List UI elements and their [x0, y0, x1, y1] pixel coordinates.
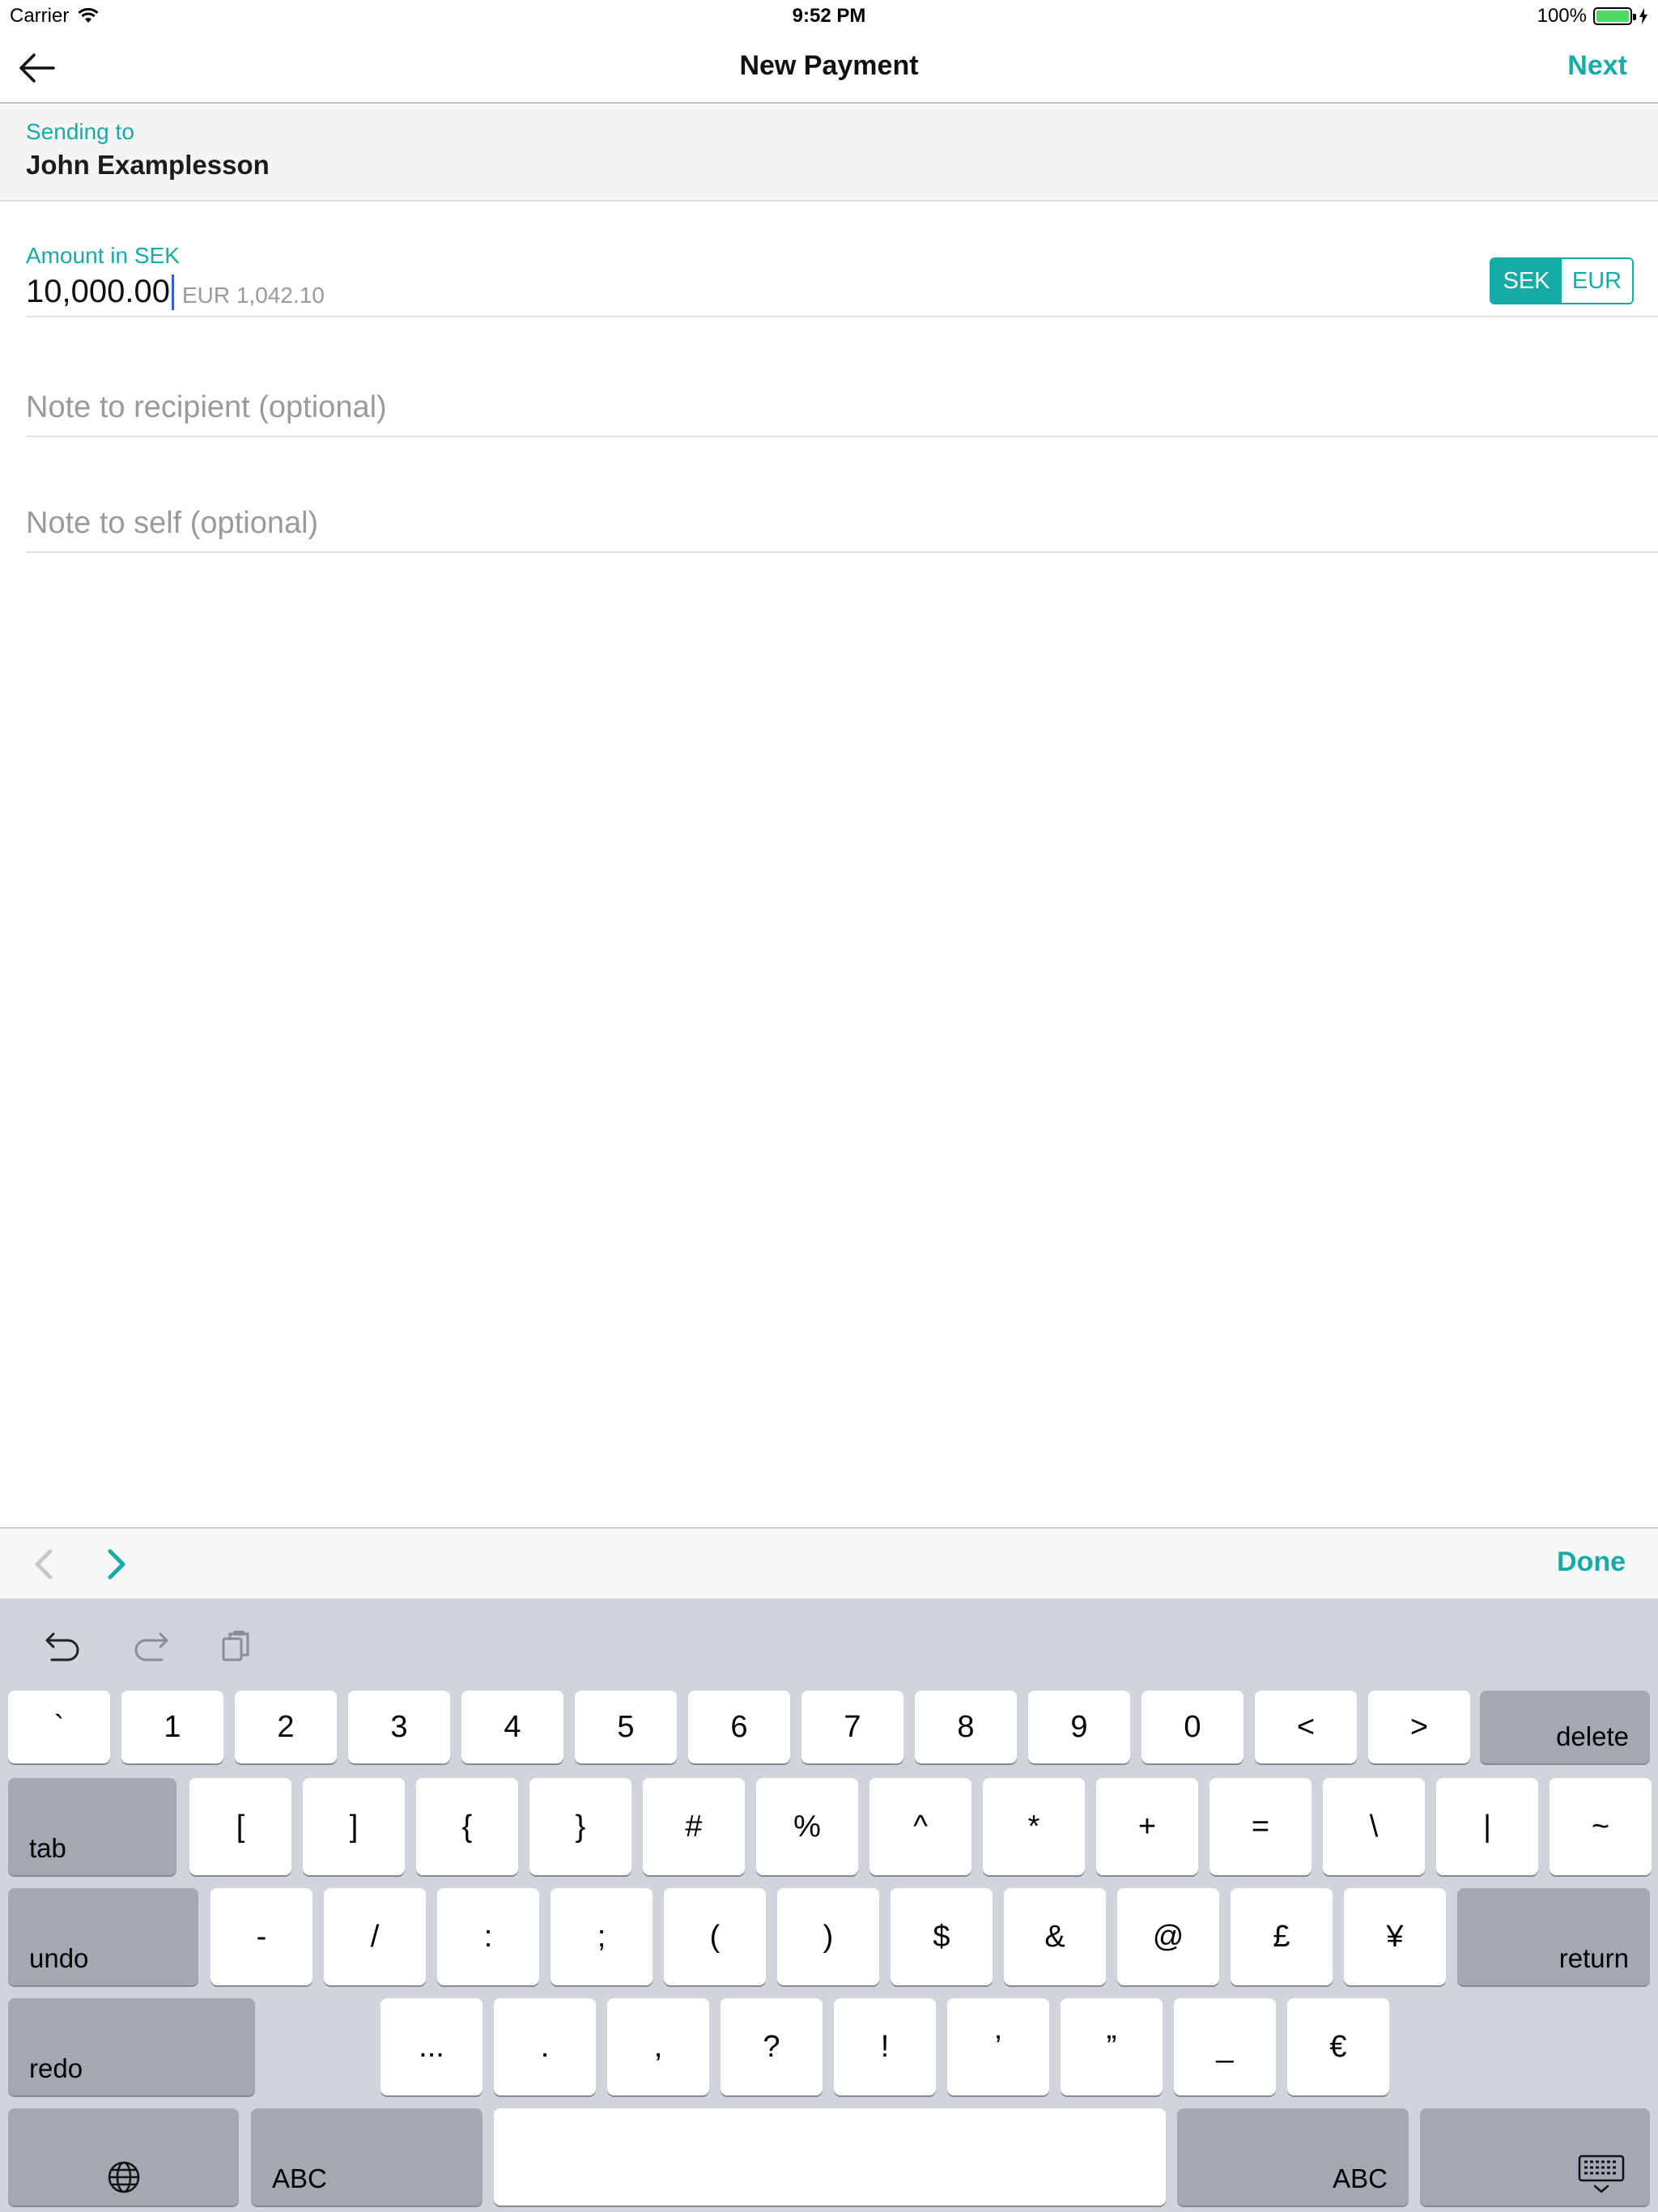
row2-key-0[interactable]: [	[189, 1778, 291, 1875]
row4-key-7[interactable]: _	[1174, 1998, 1276, 2095]
amount-value[interactable]: 10,000.00	[26, 274, 170, 310]
row2-key-9[interactable]: =	[1209, 1778, 1312, 1875]
amount-value-group[interactable]: 10,000.00 EUR 1,042.10	[26, 274, 325, 310]
row3-key-9[interactable]: £	[1231, 1888, 1333, 1985]
globe-icon	[108, 2161, 139, 2193]
battery-percent: 100%	[1537, 5, 1587, 27]
note-to-self-input[interactable]	[26, 496, 1564, 550]
text-caret	[171, 274, 174, 310]
sending-to-label: Sending to	[26, 119, 134, 144]
note-to-recipient-input[interactable]	[26, 381, 1564, 434]
row3-key-0[interactable]: -	[210, 1888, 312, 1985]
globe-key[interactable]	[8, 2108, 239, 2206]
abc-key-left[interactable]: ABC	[251, 2108, 483, 2206]
currency-option-eur[interactable]: EUR	[1562, 259, 1632, 303]
row1-key-11[interactable]: <	[1255, 1691, 1357, 1763]
chevron-left-icon	[35, 1549, 53, 1580]
row1-key-10[interactable]: 0	[1141, 1691, 1244, 1763]
battery-tip	[1633, 14, 1636, 20]
row1-key-8[interactable]: 8	[915, 1691, 1017, 1763]
keyboard-shortcut-bar	[0, 1598, 1658, 1687]
recipient-name: John Examplesson	[26, 150, 270, 180]
row4-key-6[interactable]: ”	[1061, 1998, 1163, 2095]
row1-key-2[interactable]: 2	[235, 1691, 337, 1763]
row3-key-1[interactable]: /	[324, 1888, 426, 1985]
recipient-section: Sending to John Examplesson	[0, 104, 1658, 202]
row2-key-6[interactable]: ^	[869, 1778, 971, 1875]
row2-key-11[interactable]: |	[1436, 1778, 1538, 1875]
row4-key-0[interactable]: ...	[380, 1998, 483, 2095]
undo-icon	[45, 1632, 79, 1661]
row3-key-2[interactable]: :	[437, 1888, 539, 1985]
keyboard-dismiss-icon	[1578, 2155, 1625, 2193]
delete-key[interactable]: delete	[1480, 1691, 1650, 1763]
row4-key-2[interactable]: ,	[607, 1998, 709, 2095]
hide-keyboard-key[interactable]	[1420, 2108, 1650, 2206]
currency-option-sek[interactable]: SEK	[1491, 259, 1562, 303]
tab-key[interactable]: tab	[8, 1778, 176, 1875]
row2-key-8[interactable]: +	[1096, 1778, 1198, 1875]
row3-key-4[interactable]: (	[664, 1888, 766, 1985]
row2-key-3[interactable]: }	[529, 1778, 631, 1875]
next-field-button[interactable]	[102, 1546, 131, 1582]
undo-key[interactable]: undo	[8, 1888, 198, 1985]
row2-key-2[interactable]: {	[416, 1778, 518, 1875]
row4-key-4[interactable]: !	[834, 1998, 936, 2095]
undo-shortcut-button[interactable]	[44, 1627, 83, 1663]
keyboard: ` 1 2 3 4 5 6 7 8 9 0 < > delete tab []{} #% ^ * + = \ | ~ u…	[0, 1598, 1658, 2212]
amount-field[interactable]: Amount in SEK 10,000.00 EUR 1,042.10 SEK…	[26, 243, 1658, 317]
row2-key-10[interactable]: \	[1323, 1778, 1425, 1875]
battery-fill	[1596, 11, 1629, 22]
battery-group: 100%	[1537, 5, 1648, 28]
row3-key-10[interactable]: ¥	[1344, 1888, 1446, 1985]
status-time: 9:52 PM	[792, 5, 866, 27]
row4-key-5[interactable]: ’	[947, 1998, 1049, 2095]
next-button[interactable]: Next	[1567, 50, 1627, 82]
page-title: New Payment	[739, 50, 919, 81]
row3-key-5[interactable]: )	[777, 1888, 879, 1985]
row2-key-7[interactable]: *	[983, 1778, 1085, 1875]
row1-key-5[interactable]: 5	[575, 1691, 677, 1763]
currency-toggle[interactable]: SEK EUR	[1490, 257, 1634, 304]
abc-key-right[interactable]: ABC	[1177, 2108, 1409, 2206]
chevron-right-icon	[108, 1549, 125, 1580]
row4-key-1[interactable]: .	[494, 1998, 596, 2095]
paste-shortcut-button[interactable]	[219, 1627, 257, 1663]
navigation-bar: New Payment Next	[0, 32, 1658, 104]
previous-field-button[interactable]	[29, 1546, 58, 1582]
redo-shortcut-button[interactable]	[131, 1627, 170, 1663]
space-key[interactable]	[494, 2108, 1166, 2206]
row2-key-1[interactable]: ]	[303, 1778, 405, 1875]
row2-key-5[interactable]: %	[756, 1778, 858, 1875]
row1-key-4[interactable]: 4	[461, 1691, 563, 1763]
row4-key-8[interactable]: €	[1287, 1998, 1389, 2095]
converted-amount: EUR 1,042.10	[181, 283, 325, 308]
note-to-self-row	[26, 496, 1658, 553]
row1-key-9[interactable]: 9	[1028, 1691, 1130, 1763]
status-bar: Carrier 9:52 PM 100%	[0, 0, 1658, 32]
row1-key-3[interactable]: 3	[348, 1691, 450, 1763]
return-key[interactable]: return	[1457, 1888, 1650, 1985]
row2-key-4[interactable]: #	[643, 1778, 745, 1875]
row1-key-7[interactable]: 7	[801, 1691, 903, 1763]
redo-key[interactable]: redo	[8, 1998, 255, 2095]
note-to-recipient-row	[26, 381, 1658, 437]
row3-key-8[interactable]: @	[1117, 1888, 1219, 1985]
row3-key-7[interactable]: &	[1004, 1888, 1106, 1985]
row2-key-12[interactable]: ~	[1550, 1778, 1652, 1875]
battery-icon	[1593, 7, 1636, 25]
paste-icon	[222, 1631, 249, 1661]
row1-key-0[interactable]: `	[8, 1691, 110, 1763]
row4-key-3[interactable]: ?	[721, 1998, 823, 2095]
keyboard-accessory-bar: Done	[0, 1527, 1658, 1598]
row3-key-3[interactable]: ;	[551, 1888, 653, 1985]
row1-key-6[interactable]: 6	[688, 1691, 790, 1763]
row3-key-6[interactable]: $	[891, 1888, 993, 1985]
row1-key-12[interactable]: >	[1368, 1691, 1470, 1763]
row1-key-1[interactable]: 1	[121, 1691, 223, 1763]
redo-icon	[134, 1632, 168, 1661]
done-button[interactable]: Done	[1557, 1546, 1626, 1578]
charging-bolt-icon	[1639, 8, 1647, 24]
amount-label: Amount in SEK	[26, 243, 180, 268]
